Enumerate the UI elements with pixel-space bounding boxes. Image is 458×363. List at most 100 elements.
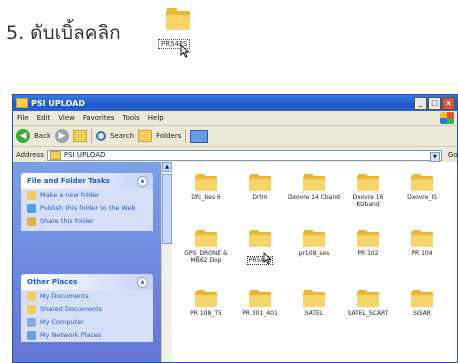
folder-icon bbox=[411, 290, 433, 307]
folder-item[interactable]: PR 108_T5 bbox=[179, 290, 233, 317]
address-input[interactable]: PSI UPLOAD ▼ bbox=[46, 149, 442, 162]
folder-icon bbox=[195, 290, 217, 307]
task-pane: File and Folder Tasks ▲ Make a new folde… bbox=[13, 162, 161, 362]
place-shared-documents[interactable]: Shared Documents bbox=[21, 303, 153, 316]
address-value: PSI UPLOAD bbox=[63, 151, 106, 159]
folder-name: PR 301_401 bbox=[242, 310, 278, 317]
windows-logo-icon bbox=[440, 112, 454, 124]
search-icon[interactable] bbox=[96, 131, 106, 141]
close-button[interactable]: x bbox=[442, 97, 455, 110]
folder-icon bbox=[303, 174, 325, 191]
folder-item[interactable]: SATEL bbox=[287, 290, 341, 317]
task-publish-web[interactable]: Publish this folder to the Web bbox=[21, 202, 153, 215]
folder-item[interactable]: PR 301_401 bbox=[233, 290, 287, 317]
folder-name: SATEL bbox=[304, 310, 324, 317]
window-title: PSI UPLOAD bbox=[31, 98, 85, 108]
panel-header[interactable]: Other Places ▲ bbox=[21, 274, 153, 290]
new-folder-icon bbox=[27, 191, 36, 200]
folder-icon bbox=[49, 150, 61, 160]
title-bar[interactable]: PSI UPLOAD _ □ x bbox=[13, 95, 457, 111]
folder-item[interactable]: pr108_ses bbox=[287, 230, 341, 257]
folder-item[interactable]: Drtm bbox=[233, 174, 287, 201]
up-folder-icon[interactable] bbox=[73, 130, 87, 142]
shared-folder-icon bbox=[27, 305, 36, 314]
chevron-down-icon[interactable]: ▼ bbox=[429, 151, 440, 162]
file-list: Dfc_bes 6 Drtm Dxovre 14 Cband Dxovre 16… bbox=[173, 162, 457, 362]
panel-header[interactable]: File and Folder Tasks ▲ bbox=[21, 173, 153, 189]
folder-icon bbox=[249, 290, 271, 307]
folder-item[interactable]: Dxovre 16 KUband bbox=[341, 174, 395, 208]
search-button[interactable]: Search bbox=[110, 132, 134, 140]
folder-item-selected[interactable]: PR54FS bbox=[233, 230, 287, 266]
other-places-panel: Other Places ▲ My Documents Shared Docum… bbox=[21, 274, 153, 342]
menu-help[interactable]: Help bbox=[148, 114, 164, 122]
content-area: File and Folder Tasks ▲ Make a new folde… bbox=[13, 162, 457, 362]
place-label: My Documents bbox=[40, 292, 89, 300]
place-label: My Network Places bbox=[40, 331, 102, 339]
folder-name: Dxovre 14 Cband bbox=[288, 194, 340, 201]
toolbar: ◀ Back ▶ Search Folders bbox=[13, 126, 457, 147]
task-new-folder[interactable]: Make a new folder bbox=[21, 189, 153, 202]
panel-title: File and Folder Tasks bbox=[27, 177, 110, 185]
menu-view[interactable]: View bbox=[58, 114, 75, 122]
folder-item[interactable]: SISAR bbox=[395, 290, 449, 317]
folder-item[interactable]: SATEL_SCART bbox=[341, 290, 395, 317]
folder-icon bbox=[249, 230, 271, 247]
folder-item[interactable]: PR 104 bbox=[395, 230, 449, 257]
folders-icon[interactable] bbox=[138, 130, 153, 142]
place-label: My Computer bbox=[40, 318, 84, 326]
folder-icon bbox=[249, 174, 271, 191]
globe-icon bbox=[27, 204, 36, 213]
folder-name: SATEL_SCART bbox=[347, 310, 389, 317]
collapse-icon[interactable]: ▲ bbox=[137, 176, 148, 187]
task-label: Make a new folder bbox=[40, 191, 100, 199]
share-icon bbox=[27, 217, 36, 226]
folder-icon bbox=[357, 230, 379, 247]
folder-item[interactable]: Dxovre_IS bbox=[395, 174, 449, 201]
address-label: Address bbox=[16, 151, 44, 159]
collapse-icon[interactable]: ▲ bbox=[137, 277, 148, 288]
menu-file[interactable]: File bbox=[17, 114, 29, 122]
folder-icon bbox=[411, 174, 433, 191]
folder-icon bbox=[16, 98, 28, 108]
folder-item[interactable]: GPS_DRONE & MB62 Dop bbox=[179, 230, 233, 264]
cursor-icon bbox=[263, 252, 272, 265]
folder-name: GPS_DRONE & MB62 Dop bbox=[184, 250, 228, 264]
place-my-network[interactable]: My Network Places bbox=[21, 329, 153, 342]
minimize-button[interactable]: _ bbox=[414, 97, 427, 110]
folder-name: Dxovre 16 KUband bbox=[352, 194, 384, 208]
folder-item[interactable]: Dfc_bes 6 bbox=[179, 174, 233, 201]
go-button[interactable]: Go bbox=[448, 151, 457, 159]
scroll-up-arrow-icon[interactable]: ▲ bbox=[162, 162, 172, 172]
maximize-button[interactable]: □ bbox=[428, 97, 441, 110]
back-button[interactable]: Back bbox=[34, 132, 51, 140]
folder-icon bbox=[411, 230, 433, 247]
back-arrow-icon[interactable]: ◀ bbox=[16, 129, 30, 143]
folder-item[interactable]: Dxovre 14 Cband bbox=[287, 174, 341, 201]
folder-name: Dfc_bes 6 bbox=[191, 194, 221, 201]
menu-edit[interactable]: Edit bbox=[37, 114, 51, 122]
menu-tools[interactable]: Tools bbox=[123, 114, 140, 122]
scrollbar-thumb[interactable] bbox=[162, 174, 172, 244]
folder-name: SISAR bbox=[413, 310, 431, 317]
folder-icon bbox=[195, 230, 217, 247]
explorer-window: PSI UPLOAD _ □ x File Edit View Favorite… bbox=[12, 94, 458, 363]
folder-name: pr108_ses bbox=[298, 250, 330, 257]
folder-name: Drtm bbox=[252, 194, 268, 201]
task-share-folder[interactable]: Share this folder bbox=[21, 215, 153, 231]
file-folder-tasks-panel: File and Folder Tasks ▲ Make a new folde… bbox=[21, 173, 153, 231]
place-my-documents[interactable]: My Documents bbox=[21, 290, 153, 303]
views-icon[interactable] bbox=[190, 129, 209, 143]
place-my-computer[interactable]: My Computer bbox=[21, 316, 153, 329]
menu-favorites[interactable]: Favorites bbox=[83, 114, 115, 122]
menu-bar: File Edit View Favorites Tools Help bbox=[13, 111, 457, 126]
folder-icon bbox=[357, 290, 379, 307]
folder-item[interactable]: PR 102 bbox=[341, 230, 395, 257]
forward-arrow-icon[interactable]: ▶ bbox=[55, 129, 69, 143]
folder-name: PR 108_T5 bbox=[190, 310, 222, 317]
folders-button[interactable]: Folders bbox=[156, 132, 181, 140]
vertical-scrollbar[interactable]: ▲ bbox=[161, 162, 172, 362]
panel-title: Other Places bbox=[27, 278, 78, 286]
computer-icon bbox=[27, 318, 36, 327]
folder-icon bbox=[303, 290, 325, 307]
